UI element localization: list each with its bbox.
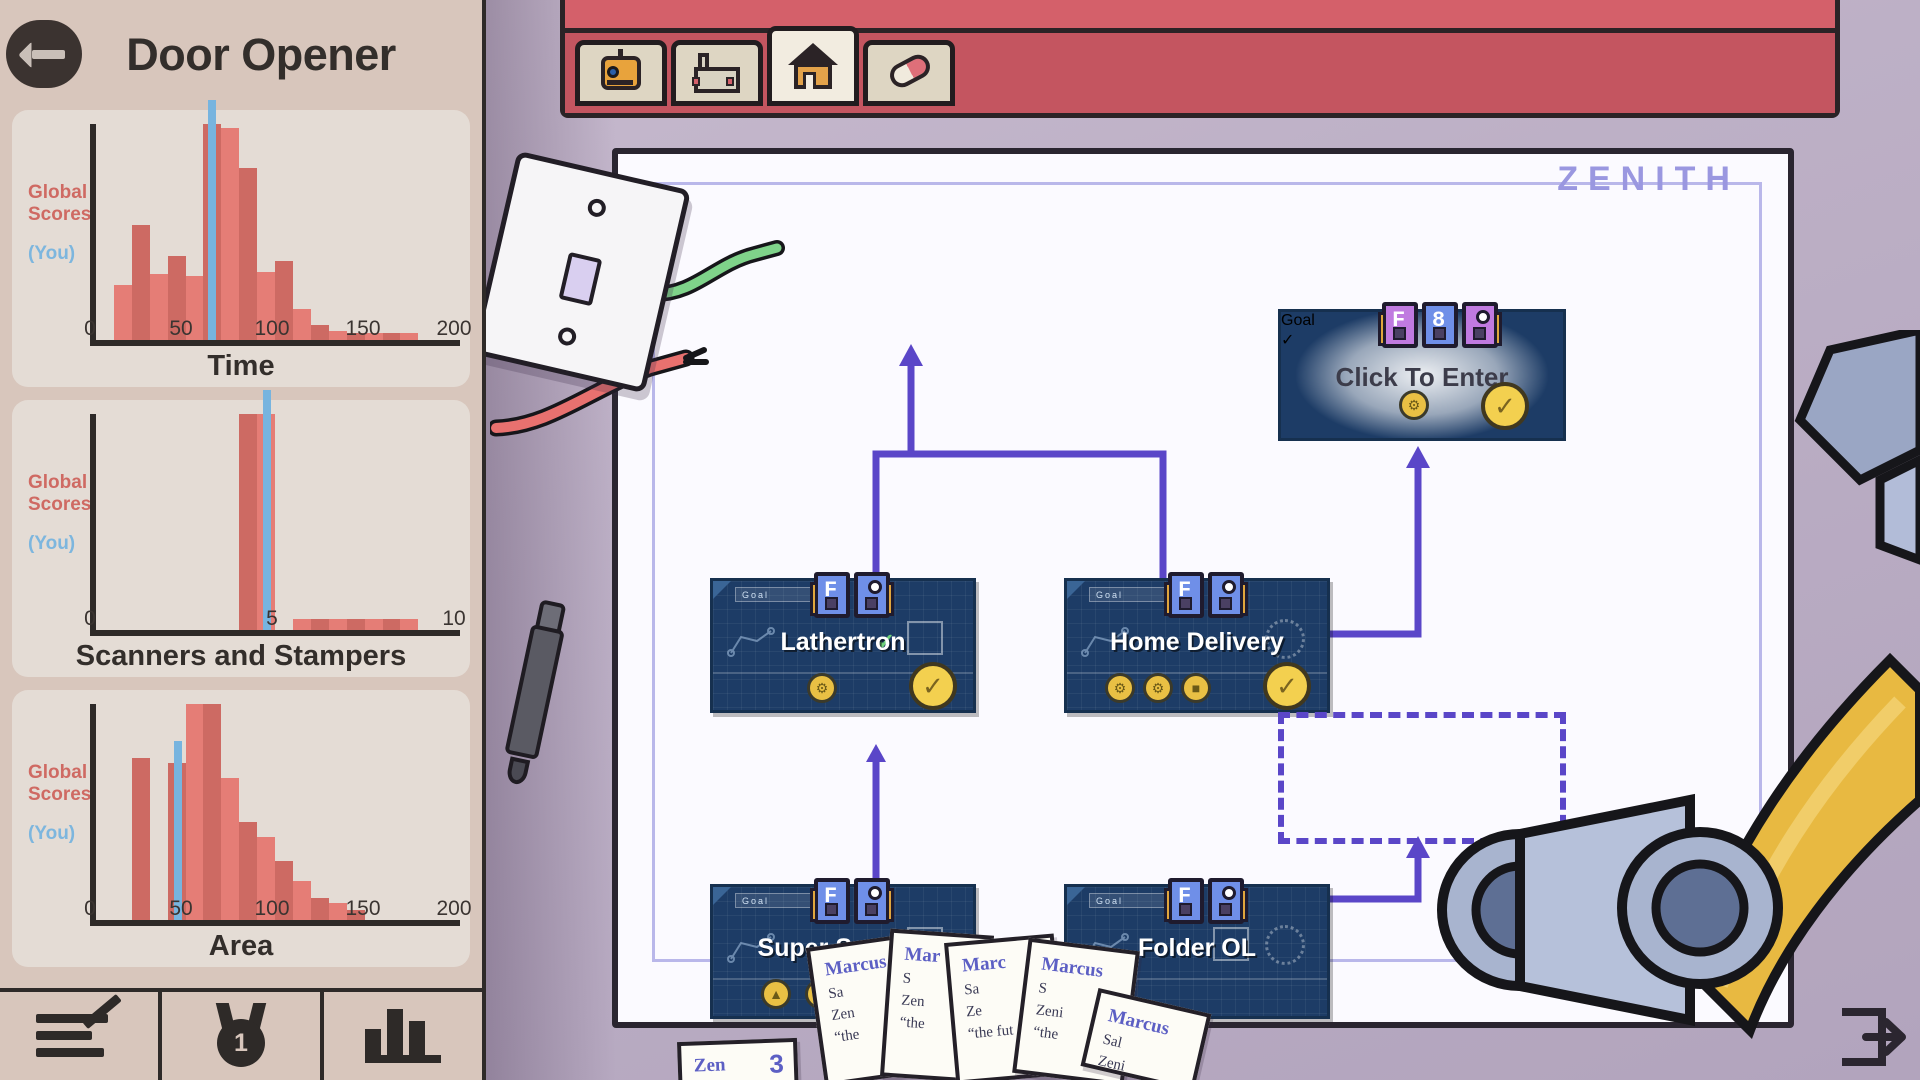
medal-icon: 1 [213, 1003, 269, 1067]
node-name: Home Delivery [1110, 628, 1284, 656]
node-goal-tag: Goal [735, 587, 821, 602]
note-card[interactable]: 3 Zen “th [676, 1037, 800, 1080]
coin-badge: ⚙ [807, 673, 837, 703]
node-corner [713, 887, 731, 905]
node-goal-tag: Goal [735, 893, 821, 908]
medal-count: 1 [217, 1019, 265, 1067]
x-tick: 150 [345, 317, 381, 340]
house-icon [788, 43, 838, 89]
x-tick: 50 [169, 897, 193, 920]
chart-x-label: Scanners and Stampers [75, 640, 407, 672]
sidebar: Door Opener Global Scores (You) 0 50 100 15… [0, 0, 486, 1080]
switch-toggle [558, 251, 603, 307]
x-tick: 50 [169, 317, 193, 340]
bar-chart-icon [365, 1009, 441, 1063]
chart-card-scanners: Global Scores (You) 0 5 10 Scanners and St… [12, 390, 470, 677]
chip-left[interactable]: F [1164, 878, 1204, 924]
histogram-bar [185, 704, 204, 920]
histogram-plot [90, 100, 460, 346]
x-tick: 10 [442, 607, 466, 630]
x-tick: 200 [436, 317, 472, 340]
chip-right[interactable] [1208, 878, 1248, 924]
coin-badge: ▲ [761, 979, 791, 1009]
node-chips-folder-ol[interactable]: F [1164, 878, 1248, 924]
histogram-bar [221, 128, 240, 340]
robot-arm-prop [1437, 330, 1920, 1040]
x-tick: 200 [436, 897, 472, 920]
x-tick: 0 [84, 317, 96, 340]
histogram-bar [239, 168, 258, 340]
chart-x-label: Area [208, 930, 274, 962]
tab-robot[interactable] [575, 40, 667, 106]
screw-icon [556, 325, 578, 348]
node-goal-tag: Goal [1089, 893, 1175, 908]
coin-badge: ⚙ [1143, 673, 1173, 703]
x-tick: 5 [266, 607, 278, 630]
tab-pill[interactable] [863, 40, 955, 106]
screw-icon [586, 197, 608, 219]
note-number: 3 [768, 1048, 785, 1079]
chip-right[interactable] [854, 878, 894, 924]
tab-home[interactable] [767, 26, 859, 106]
game-tabs[interactable] [575, 26, 955, 106]
you-marker [263, 390, 272, 630]
chip-right[interactable] [854, 572, 894, 618]
sidebar-header: Door Opener [0, 0, 482, 110]
node-corner [713, 581, 731, 599]
app-root: ZENITH Goal ✓ Lathertron ⚙ ✓ F Goal Home… [0, 0, 1920, 1080]
factory-icon [692, 53, 742, 93]
x-tick: 100 [254, 317, 290, 340]
you-marker [173, 740, 182, 920]
node-corner [1067, 887, 1085, 905]
x-tick-labels: 0 50 100 150 200 [84, 317, 471, 343]
x-tick: 0 [84, 607, 96, 630]
x-tick: 100 [254, 897, 290, 920]
node-corner [1067, 581, 1085, 599]
histogram-bar [203, 704, 222, 920]
chip-left[interactable]: F [810, 572, 850, 618]
back-button[interactable] [6, 20, 82, 88]
you-marker [208, 100, 217, 340]
histogram-bar [239, 414, 258, 630]
node-complete-coin: ✓ [1263, 662, 1311, 710]
coin-badge: ■ [1181, 673, 1211, 703]
chip-right[interactable] [1208, 572, 1248, 618]
node-chips-home-delivery[interactable]: F [1164, 572, 1248, 618]
back-arrow-icon [22, 39, 66, 69]
x-tick-labels: 0 5 10 [84, 607, 466, 633]
chip-left[interactable]: F [1164, 572, 1204, 618]
node-chips-super-sprayer[interactable]: F [810, 878, 894, 924]
x-tick: 0 [84, 897, 96, 920]
sidebar-tabs: 1 [0, 988, 482, 1080]
node-chips-lathertron[interactable]: F [810, 572, 894, 618]
sidebar-tab-scores[interactable] [324, 992, 482, 1080]
histogram-bars [96, 414, 454, 630]
histogram-plot [90, 704, 460, 926]
sidebar-tab-achievements[interactable]: 1 [162, 992, 324, 1080]
histogram-bars [96, 124, 454, 340]
exit-button[interactable] [1836, 1006, 1906, 1068]
tab-factory[interactable] [671, 40, 763, 106]
node-name: Lathertron [780, 628, 906, 656]
chart-card-area: Global Scores (You) 0 50 100 150 200 Area [12, 690, 472, 967]
histogram-bars [96, 704, 454, 920]
robot-head-icon [597, 49, 645, 96]
node-goal-tag: Goal [1089, 587, 1175, 602]
coin-badge: ⚙ [1105, 673, 1135, 703]
note-title: Marcus [1040, 953, 1105, 982]
histogram-bar [131, 758, 150, 920]
x-tick: 150 [345, 897, 381, 920]
score-charts: Global Scores (You) 0 50 100 150 200 Time Gl… [0, 100, 482, 967]
chip-left[interactable]: F [810, 878, 850, 924]
chart-x-label: Time [207, 350, 275, 382]
zenith-brand: ZENITH [1557, 160, 1740, 198]
histogram-plot [90, 390, 460, 636]
chart-card-time: Global Scores (You) 0 50 100 150 200 Time [12, 100, 472, 387]
node-complete-coin: ✓ [909, 662, 957, 710]
sidebar-tab-notes[interactable] [0, 992, 162, 1080]
x-tick-labels: 0 50 100 150 200 [84, 897, 471, 923]
notes-pencil-icon [36, 993, 122, 1061]
pill-icon [885, 50, 935, 95]
